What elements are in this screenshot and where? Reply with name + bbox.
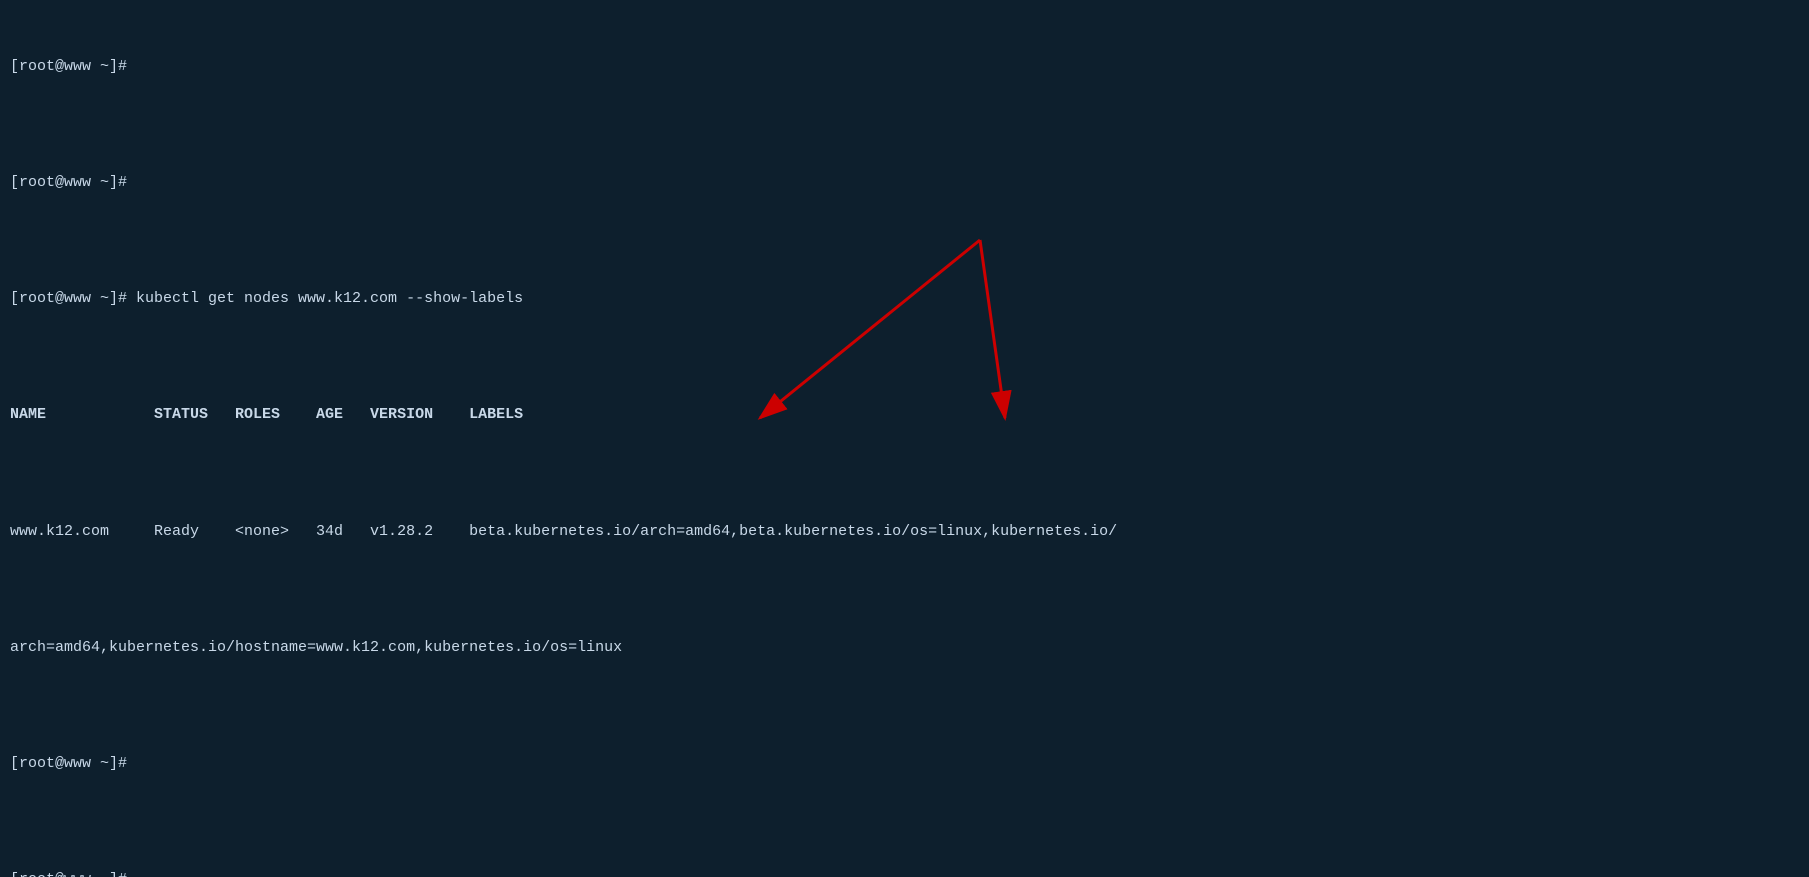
line-3: [root@www ~]# kubectl get nodes www.k12.… [10, 287, 1799, 310]
line-5: www.k12.com Ready <none> 34d v1.28.2 bet… [10, 520, 1799, 543]
line-8: [root@www ~]# [10, 868, 1799, 877]
line-6: arch=amd64,kubernetes.io/hostname=www.k1… [10, 636, 1799, 659]
terminal-window[interactable]: [root@www ~]# [root@www ~]# [root@www ~]… [0, 0, 1809, 877]
line-4: NAME STATUS ROLES AGE VERSION LABELS [10, 403, 1799, 426]
line-7: [root@www ~]# [10, 752, 1799, 775]
line-1: [root@www ~]# [10, 55, 1799, 78]
line-2: [root@www ~]# [10, 171, 1799, 194]
